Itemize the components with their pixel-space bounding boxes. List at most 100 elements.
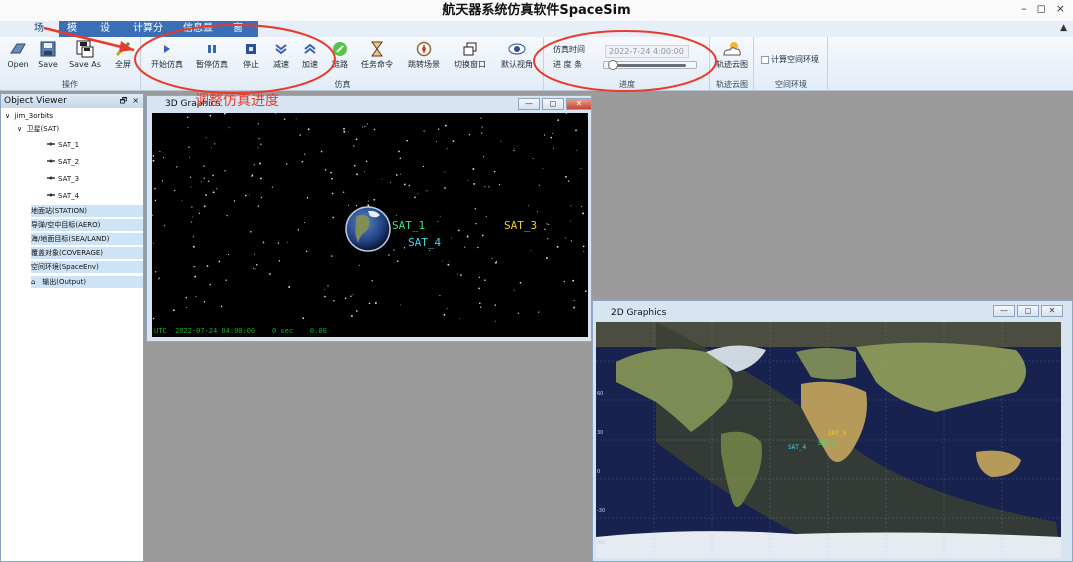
star [347,131,349,133]
close-panel-icon[interactable]: × [132,96,139,105]
tree-item-sea-land[interactable]: 海/地面目标(SEA/LAND) [31,233,143,245]
star [181,200,183,202]
chevron-down-icon[interactable]: ∨ [17,125,22,133]
star [484,279,486,282]
chevron-down-icon[interactable]: ∨ [5,112,10,120]
default-view-button[interactable]: 默认视角 [500,39,534,77]
star [582,212,584,215]
2d-map-viewport[interactable]: 60 30 0 -30 -60 SAT_4 SAT_3 SAT_1 [596,322,1061,558]
tab-analysis[interactable]: 计算分析 [125,21,175,50]
tree-item-space-env[interactable]: 空间环境(SpaceEnv) [31,261,143,273]
star [332,216,335,219]
star [570,240,572,242]
star [550,136,553,139]
progress-slider-knob[interactable] [607,60,618,70]
star [368,302,371,305]
star [299,134,302,136]
star [189,156,190,158]
lat-tick-minus-60: -60 [597,540,606,546]
star [468,134,471,136]
ribbon-collapse-icon[interactable]: ▲ [1060,23,1067,33]
minimize-icon[interactable]: — [518,98,540,110]
switch-window-button[interactable]: 切换窗口 [453,39,487,77]
3d-sat-4-label: SAT_4 [408,236,442,249]
star [543,134,546,136]
star [173,189,176,192]
speed-up-button[interactable]: 加速 [293,39,327,77]
tab-model[interactable]: 模型 [59,21,92,50]
tree-item-aero[interactable]: 导弹/空中目标(AERO) [31,219,143,231]
star [220,305,223,308]
tab-info-display[interactable]: 信息显示 [175,21,225,50]
task-command-button[interactable]: 任务命令 [360,39,394,77]
minimize-icon[interactable]: — [993,305,1015,317]
start-sim-button[interactable]: 开始仿真 [150,39,184,77]
restore-icon[interactable]: ◻ [1017,305,1039,317]
star [225,279,227,281]
tab-scene[interactable]: 场景 [26,21,59,50]
star [513,149,515,152]
star [538,311,540,313]
link-button[interactable]: 链路 [323,39,357,77]
sim-time-field[interactable]: 2022-7-24 4:00:00 [605,45,689,58]
star [542,168,544,169]
star [364,125,366,128]
star [212,191,215,194]
star [459,318,461,319]
star [353,145,355,147]
tree-item-output[interactable]: ⌂ 输出(Output) [31,276,143,288]
star [200,181,202,183]
lat-tick-60: 60 [597,391,604,397]
open-button[interactable]: Open [1,39,35,77]
save-button[interactable]: Save [31,39,65,77]
star [564,175,567,178]
float-panel-icon[interactable]: 🗗 [120,96,128,105]
tree-item-sat-4[interactable]: SAT_4 [47,190,79,202]
trajectory-cloud-button[interactable]: 轨迹云图 [715,39,749,77]
maximize-button[interactable]: ◻ [1037,2,1046,15]
tab-window[interactable]: 窗口 [225,21,258,50]
pause-sim-button[interactable]: 暂停仿真 [195,39,229,77]
star [480,117,482,119]
restore-icon[interactable]: ◻ [542,98,564,110]
star [285,163,288,165]
folder-icon [1,39,35,59]
2d-sat-1-label: SAT_1 [818,440,837,447]
star [209,283,211,286]
star [277,242,280,244]
minimize-button[interactable]: – [1021,2,1027,15]
fullscreen-button[interactable]: 全屏 [106,39,140,77]
star [439,215,441,217]
tree-item-sat-1[interactable]: SAT_1 [47,139,79,151]
close-icon[interactable]: ✕ [566,98,592,110]
checkbox-box[interactable] [761,55,769,64]
jump-scene-button[interactable]: 跳转场景 [407,39,441,77]
satellite-icon [47,159,55,163]
progress-slider[interactable] [603,60,697,70]
save-as-button[interactable]: Save As [68,39,102,77]
star [443,313,446,316]
star [226,214,228,217]
tab-settings[interactable]: 设置 [92,21,125,50]
3d-viewport[interactable]: SAT_1 SAT_4 SAT_3 UTC 2022-07-24 04:00:0… [152,113,588,337]
close-button[interactable]: × [1056,2,1065,15]
star [493,170,496,173]
stop-button[interactable]: 停止 [234,39,268,77]
tree-root[interactable]: ∨ jim_3orbits [5,110,53,122]
tree-item-station[interactable]: 地面站(STATION) [31,205,143,217]
star [575,129,577,132]
star [466,235,469,238]
tree-item-sat-3[interactable]: SAT_3 [47,173,79,185]
tree-item-coverage[interactable]: 覆盖对象(COVERAGE) [31,247,143,259]
tree-satellite-group[interactable]: ∨ 卫星(SAT) [17,123,59,135]
star [399,173,401,175]
star [205,137,207,139]
star [532,158,534,159]
tree-item-sat-2[interactable]: SAT_2 [47,156,79,168]
3d-sat-3-label: SAT_3 [504,219,538,232]
space-env-checkbox[interactable]: 计算空间环境 [761,54,819,65]
link-icon [323,39,357,59]
close-icon[interactable]: ✕ [1041,305,1063,317]
star [399,157,402,159]
star [400,304,402,306]
